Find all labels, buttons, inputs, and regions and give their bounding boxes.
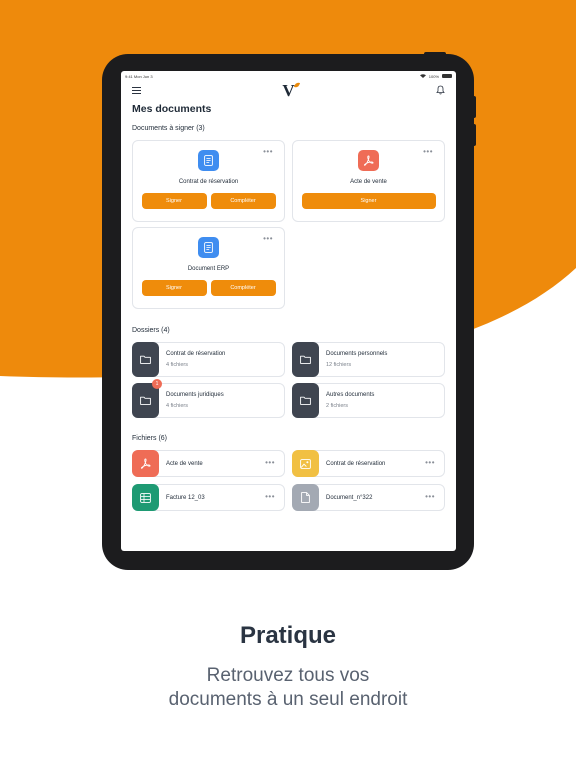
- file-item[interactable]: Document_n°322 •••: [292, 484, 445, 511]
- file-name: Facture 12_03: [166, 494, 205, 501]
- sign-button[interactable]: Signer: [141, 193, 207, 209]
- folder-icon: [292, 342, 319, 377]
- folder-name: Contrat de réservation: [166, 351, 226, 357]
- spreadsheet-icon: [132, 484, 159, 511]
- wifi-icon: [419, 73, 426, 79]
- notification-badge: 1: [152, 379, 162, 389]
- document-icon: [198, 237, 219, 258]
- doc-name: Document ERP: [187, 266, 230, 272]
- folder-count: 2 fichiers: [326, 403, 349, 409]
- more-options-icon[interactable]: •••: [265, 493, 275, 501]
- sign-button[interactable]: Signer: [301, 193, 436, 209]
- folder-item[interactable]: Documents personnels 12 fichiers: [292, 342, 445, 377]
- folder-count: 12 fichiers: [326, 362, 352, 368]
- file-icon: [292, 484, 319, 511]
- folder-name: Autres documents: [326, 392, 375, 398]
- file-name: Acte de vente: [166, 460, 203, 467]
- logo-letter: V: [282, 80, 295, 100]
- file-name: Contrat de réservation: [326, 460, 386, 467]
- file-item[interactable]: Contrat de réservation •••: [292, 450, 445, 477]
- caption-subtitle-line-2: documents à un seul endroit: [168, 689, 408, 710]
- more-options-icon[interactable]: •••: [263, 148, 273, 156]
- folder-item[interactable]: Contrat de réservation 4 fichiers: [132, 342, 285, 377]
- more-options-icon[interactable]: •••: [265, 459, 275, 467]
- doc-actions: Signer Compléter: [141, 280, 276, 296]
- more-options-icon[interactable]: •••: [423, 148, 433, 156]
- folders-grid: Contrat de réservation 4 fichiers Docume…: [132, 342, 445, 418]
- files-grid: Acte de vente ••• Contrat de réservation…: [132, 450, 445, 511]
- battery-icon: [442, 74, 452, 78]
- main-content: Mes documents Documents à signer (3) •••…: [121, 103, 456, 511]
- app-logo: V: [282, 80, 300, 100]
- pdf-icon: [132, 450, 159, 477]
- doc-actions: Signer: [301, 193, 436, 209]
- caption-subtitle: Retrouvez tous vos documents à un seul e…: [0, 664, 576, 712]
- notification-bell-icon[interactable]: [436, 85, 445, 95]
- sign-section-title: Documents à signer (3): [132, 125, 205, 132]
- status-time: 9:41 Mon Jun 3: [125, 73, 153, 79]
- folder-name: Documents personnels: [326, 351, 388, 357]
- more-options-icon[interactable]: •••: [425, 459, 435, 467]
- doc-card-contrat[interactable]: ••• Contrat de réservation Signer Complé…: [132, 140, 285, 222]
- tablet-screen: 9:41 Mon Jun 3 100% V Mes documents Docu…: [121, 71, 456, 551]
- image-icon: [292, 450, 319, 477]
- folder-item[interactable]: 1 Documents juridiques 4 fichiers: [132, 379, 285, 418]
- doc-name: Contrat de réservation: [178, 179, 239, 185]
- sign-button[interactable]: Signer: [141, 280, 207, 296]
- folder-count: 4 fichiers: [166, 403, 189, 409]
- folder-icon: 1: [132, 379, 162, 418]
- doc-name: Acte de vente: [350, 179, 387, 185]
- status-bar: 9:41 Mon Jun 3 100%: [121, 71, 456, 81]
- more-options-icon[interactable]: •••: [263, 235, 273, 243]
- folder-icon: [132, 342, 159, 377]
- file-item[interactable]: Acte de vente •••: [132, 450, 285, 477]
- folder-count: 4 fichiers: [166, 362, 189, 368]
- status-indicators: 100%: [419, 73, 452, 79]
- caption-subtitle-line-1: Retrouvez tous vos: [206, 665, 370, 686]
- complete-button[interactable]: Compléter: [210, 280, 276, 296]
- doc-actions: Signer Compléter: [141, 193, 276, 209]
- battery-percent: 100%: [428, 73, 439, 79]
- folder-name: Documents juridiques: [166, 392, 224, 398]
- file-item[interactable]: Facture 12_03 •••: [132, 484, 285, 511]
- file-name: Document_n°322: [326, 494, 373, 501]
- files-section-title: Fichiers (6): [132, 435, 168, 442]
- document-icon: [198, 150, 219, 171]
- pdf-icon: [358, 150, 379, 171]
- doc-card-erp[interactable]: ••• Document ERP Signer Compléter: [132, 227, 285, 309]
- more-options-icon[interactable]: •••: [425, 493, 435, 501]
- folders-section-title: Dossiers (4): [132, 327, 170, 334]
- menu-icon[interactable]: [132, 86, 141, 94]
- folder-icon: [292, 383, 319, 418]
- folder-item[interactable]: Autres documents 2 fichiers: [292, 383, 445, 418]
- caption-title: Pratique: [239, 622, 337, 649]
- tablet-frame: 9:41 Mon Jun 3 100% V Mes documents Docu…: [102, 54, 474, 570]
- doc-card-acte-de-vente[interactable]: ••• Acte de vente Signer: [292, 140, 445, 222]
- app-bar: V: [121, 80, 456, 100]
- documents-to-sign-grid: ••• Contrat de réservation Signer Complé…: [132, 140, 445, 309]
- page-title: Mes documents: [132, 103, 212, 115]
- complete-button[interactable]: Compléter: [210, 193, 276, 209]
